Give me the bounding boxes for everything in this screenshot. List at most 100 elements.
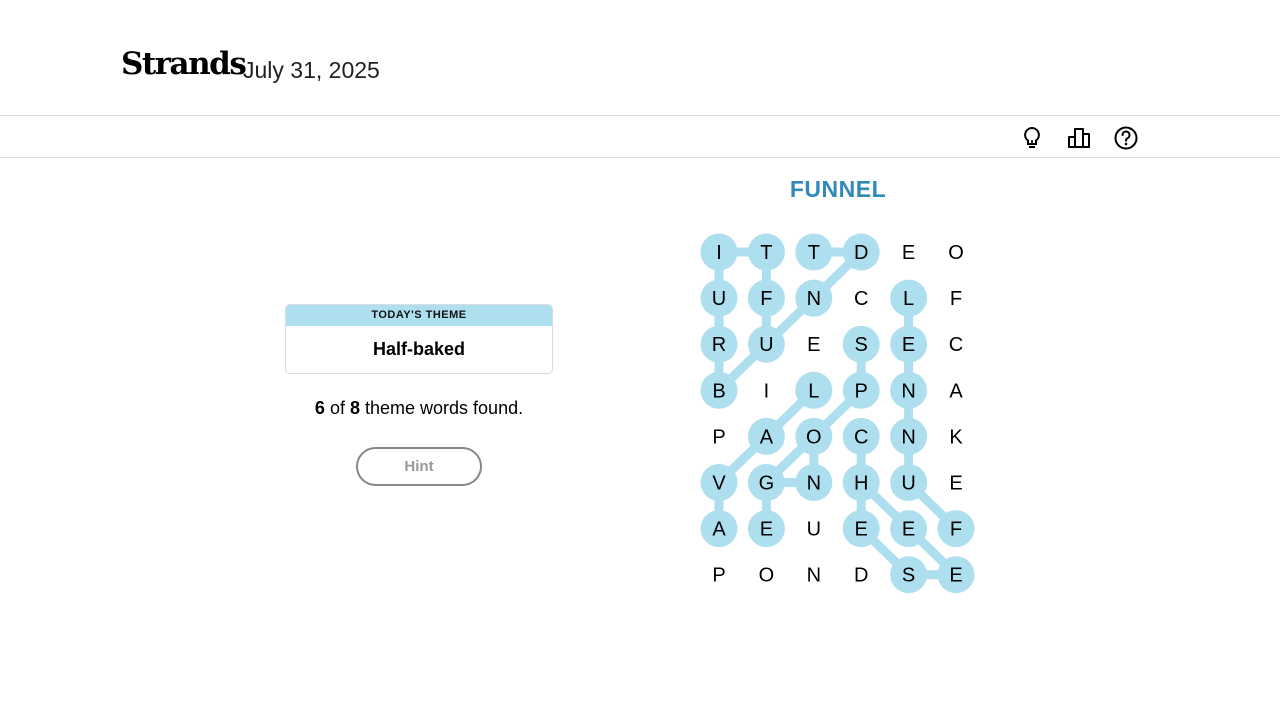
letter: P [712, 426, 725, 448]
progress-suffix: theme words found. [365, 398, 524, 418]
letter: T [760, 242, 772, 264]
letter: H [854, 473, 868, 495]
letter-cell[interactable]: N [890, 417, 928, 455]
letter-cell[interactable]: I [748, 372, 785, 409]
found-count: 6 [314, 398, 325, 418]
theme-value: Half-baked [372, 339, 466, 359]
letter-cell[interactable]: B [700, 371, 738, 409]
letter-cell[interactable]: N [795, 279, 833, 317]
letter-cell[interactable]: L [795, 371, 833, 409]
letter-cell[interactable]: F [747, 279, 785, 317]
letter-cell[interactable]: F [937, 510, 975, 548]
letter: S [855, 334, 868, 356]
letter: N [901, 380, 915, 402]
letter-cell[interactable]: N [795, 464, 833, 501]
letter-cell[interactable]: H [842, 464, 880, 501]
letter: E [902, 242, 915, 264]
letter-cell[interactable]: D [842, 233, 880, 271]
letter-cell[interactable]: N [795, 556, 832, 593]
letter-cell[interactable]: D [843, 556, 880, 593]
puzzle-date: July 31, 2025 [243, 57, 380, 83]
letter: E [902, 334, 915, 356]
letter: L [808, 380, 819, 402]
letter-cell[interactable]: S [842, 325, 880, 363]
letter-cell[interactable]: L [890, 279, 928, 317]
letter-cell[interactable]: U [795, 510, 832, 547]
letter: G [759, 473, 775, 495]
letter-cell[interactable]: U [890, 464, 928, 501]
letter-cell[interactable]: C [842, 417, 880, 455]
letter: C [949, 334, 963, 356]
letter: U [759, 334, 773, 356]
letter-cell[interactable]: T [795, 233, 833, 271]
letter: E [949, 565, 962, 587]
letter-cell[interactable]: E [938, 464, 975, 501]
letter-cell[interactable]: K [938, 418, 975, 455]
letter-cell[interactable]: I [700, 233, 738, 271]
letter-cell[interactable]: E [795, 326, 832, 363]
letter-cell[interactable]: A [700, 510, 738, 548]
letter-cell[interactable]: P [701, 418, 738, 455]
lightbulb-icon[interactable] [1018, 124, 1046, 152]
letter-cell[interactable]: G [747, 464, 785, 501]
letter: E [855, 519, 868, 541]
letter: C [854, 288, 868, 310]
letter-cell[interactable]: A [938, 372, 975, 409]
letter-cell[interactable]: F [938, 280, 975, 317]
letter-cell[interactable]: C [843, 280, 880, 317]
letter: D [854, 565, 868, 587]
leaderboard-icon[interactable] [1065, 124, 1093, 152]
current-word: FUNNEL [789, 176, 887, 202]
letter: F [950, 288, 962, 310]
total-count: 8 [349, 398, 360, 418]
letter-cell[interactable]: R [700, 325, 738, 363]
letter-cell[interactable]: E [890, 510, 928, 548]
toolbar [0, 117, 1280, 158]
letter-cell[interactable]: S [890, 556, 928, 594]
progress-text: 6 of 8 theme words found. [285, 398, 553, 419]
letter: P [855, 380, 868, 402]
letter: R [712, 334, 726, 356]
letter-cell[interactable]: O [795, 417, 833, 455]
letter: F [760, 288, 772, 310]
letter-cell[interactable]: U [700, 279, 738, 317]
letter: U [807, 519, 821, 541]
letter-cell[interactable]: E [937, 556, 975, 594]
letter-cell[interactable]: P [842, 371, 880, 409]
letter: P [712, 565, 725, 587]
letter: O [806, 426, 822, 448]
letter-cell[interactable]: A [747, 417, 785, 455]
letter-cell[interactable]: N [890, 371, 928, 409]
letter: V [712, 473, 726, 495]
letter: E [807, 334, 820, 356]
letter-cell[interactable]: T [747, 233, 785, 271]
letter: C [854, 426, 868, 448]
letter-cell[interactable]: U [747, 325, 785, 363]
letter: A [712, 519, 726, 541]
letter: A [760, 426, 774, 448]
letter-cell[interactable]: C [938, 326, 975, 363]
letter-cell[interactable]: O [748, 556, 785, 593]
letter: L [903, 288, 914, 310]
theme-card: TODAY'S THEME Half-baked [285, 304, 553, 374]
theme-label: TODAY'S THEME [286, 305, 552, 326]
letter: K [949, 426, 963, 448]
letter: I [764, 380, 770, 402]
letter-cell[interactable]: E [890, 234, 927, 271]
letter: E [902, 519, 915, 541]
letter: I [716, 242, 722, 264]
help-icon[interactable] [1112, 124, 1140, 152]
letter: O [948, 242, 964, 264]
hint-button[interactable]: Hint [356, 447, 482, 486]
letter: B [712, 380, 725, 402]
letter-cell[interactable]: E [747, 510, 785, 548]
letter-cell[interactable]: V [700, 464, 738, 501]
letter-cell[interactable]: O [938, 234, 975, 271]
letter: N [807, 565, 821, 587]
letter-cell[interactable]: E [842, 510, 880, 548]
letter-cell[interactable]: E [890, 325, 928, 363]
letter-cell[interactable]: P [701, 556, 738, 593]
letter: T [808, 242, 820, 264]
letter: N [807, 473, 821, 495]
letter: E [949, 473, 962, 495]
